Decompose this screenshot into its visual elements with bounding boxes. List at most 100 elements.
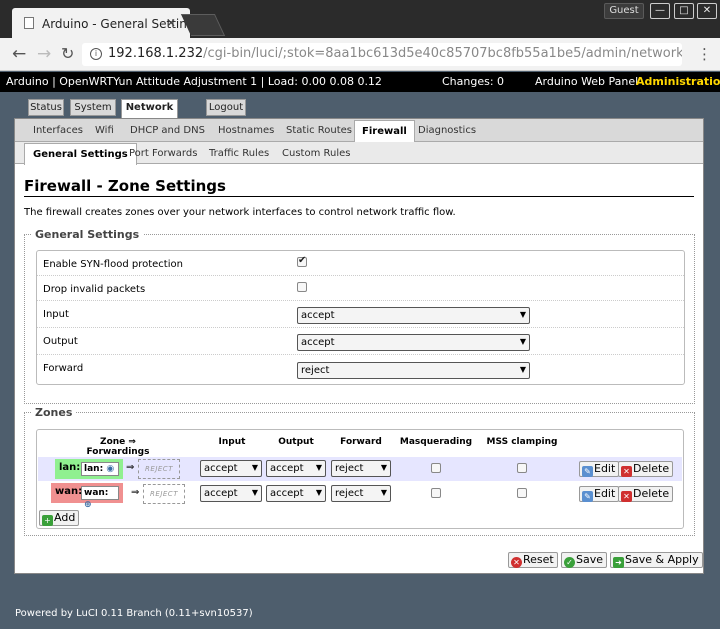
tab-system[interactable]: System [70, 99, 116, 116]
zone-row-lan: lan: lan: ◉ ⇒ REJECT accept ▼ accept ▼ rej… [38, 457, 682, 481]
delete-button[interactable]: ✕ Delete [618, 461, 674, 477]
zone-network-label: wan: [84, 488, 109, 498]
masquerading-checkbox[interactable] [431, 463, 441, 473]
close-icon[interactable]: ✕ [166, 16, 176, 30]
save-apply-button[interactable]: ➜ Save & Apply [610, 552, 703, 568]
add-label: Add [54, 511, 76, 524]
zone-row-wan: wan: wan: ⊕ ⇒ REJECT accept ▼ accept ▼ rej… [38, 482, 682, 510]
chevron-down-icon: ▼ [315, 463, 322, 472]
minimize-icon[interactable]: — [650, 3, 670, 19]
col-zone-forwardings: Zone ⇒ Forwardings [86, 437, 150, 457]
reset-button[interactable]: ✕ Reset [508, 552, 558, 568]
changes-link[interactable]: Changes: 0 [442, 72, 504, 92]
syn-flood-checkbox[interactable] [297, 255, 307, 267]
edit-button[interactable]: ✎ Edit [579, 486, 620, 502]
forward-select[interactable]: reject ▼ [297, 362, 530, 379]
zone-name: lan: [59, 462, 81, 473]
delete-button[interactable]: ✕ Delete [618, 486, 674, 502]
url-path: /cgi-bin/luci/;stok=8aa1bc613d5e40c85707… [203, 46, 682, 61]
output-select[interactable]: accept ▼ [297, 334, 530, 351]
zone-forward-target: REJECT [143, 484, 185, 504]
syn-flood-label: Enable SYN-flood protection [43, 259, 183, 270]
edit-icon: ✎ [582, 491, 593, 502]
save-button[interactable]: ✓ Save [561, 552, 608, 568]
tab-traffic-rules[interactable]: Traffic Rules [209, 148, 269, 159]
zones-legend: Zones [35, 406, 73, 419]
tab-firewall[interactable]: Firewall [354, 120, 415, 143]
mss-clamping-checkbox[interactable] [517, 488, 527, 498]
edit-label: Edit [594, 487, 616, 500]
maximize-icon[interactable]: □ [674, 3, 694, 19]
delete-icon: ✕ [621, 491, 632, 502]
back-arrow-icon[interactable]: ← [12, 44, 26, 64]
info-icon[interactable]: i [90, 48, 102, 60]
zone-output-select[interactable]: accept ▼ [266, 485, 326, 502]
delete-label: Delete [633, 487, 670, 500]
chevron-down-icon: ▼ [519, 337, 526, 346]
luci-header: Arduino | OpenWRTYun Attitude Adjustment… [0, 72, 720, 92]
reload-icon[interactable]: ↻ [61, 44, 74, 64]
save-apply-label: Save & Apply [625, 553, 699, 566]
col-input: Input [218, 437, 246, 447]
forward-arrow: ⇒ [131, 487, 140, 498]
reset-label: Reset [523, 553, 554, 566]
browser-tab[interactable]: Arduino - General Settin ✕ [12, 8, 190, 38]
chevron-down-icon: ▼ [251, 488, 258, 497]
delete-label: Delete [633, 462, 670, 475]
web-panel-link[interactable]: Arduino Web Panel [535, 72, 638, 92]
window-close-icon[interactable]: ✕ [697, 3, 717, 19]
page-icon [24, 17, 34, 29]
chevron-down-icon: ▼ [519, 310, 526, 319]
drop-invalid-checkbox[interactable] [297, 282, 307, 292]
zone-forward-select[interactable]: reject ▼ [331, 460, 391, 477]
general-settings-legend: General Settings [35, 228, 140, 241]
page-description: The firewall creates zones over your net… [24, 207, 456, 218]
tab-port-forwards[interactable]: Port Forwards [129, 148, 197, 159]
tab-network[interactable]: Network [121, 99, 178, 119]
forward-arrow-icon[interactable]: → [37, 44, 51, 64]
chevron-down-icon: ▼ [519, 365, 526, 374]
zone-input-select[interactable]: accept ▼ [200, 485, 262, 502]
zone-input-value: accept [204, 463, 238, 474]
input-select-value: accept [301, 310, 335, 321]
tab-logout[interactable]: Logout [206, 99, 246, 116]
masquerading-checkbox[interactable] [431, 488, 441, 498]
input-label: Input [43, 309, 69, 320]
tab-diagnostics[interactable]: Diagnostics [418, 125, 476, 136]
delete-icon: ✕ [621, 466, 632, 477]
zone-output-value: accept [270, 463, 304, 474]
zone-network-lan: lan: ◉ [81, 462, 119, 476]
add-zone-button[interactable]: + Add [39, 510, 80, 526]
apply-icon: ➜ [613, 557, 624, 568]
zone-input-select[interactable]: accept ▼ [200, 460, 262, 477]
tab-interfaces[interactable]: Interfaces [33, 125, 83, 136]
tab-dhcp-dns[interactable]: DHCP and DNS [130, 125, 205, 136]
zone-output-select[interactable]: accept ▼ [266, 460, 326, 477]
menu-dots-icon[interactable]: ⋮ [697, 45, 712, 63]
globe-icon: ⊕ [84, 500, 92, 510]
zone-badge-wan: wan: wan: ⊕ [51, 483, 123, 510]
edit-button[interactable]: ✎ Edit [579, 461, 620, 477]
zone-forward-select[interactable]: reject ▼ [331, 485, 391, 502]
tab-static-routes[interactable]: Static Routes [286, 125, 352, 136]
tab-custom-rules[interactable]: Custom Rules [282, 148, 350, 159]
col-mss-clamping: MSS clamping [486, 437, 558, 447]
tab-hostnames[interactable]: Hostnames [218, 125, 274, 136]
zone-output-value: accept [270, 488, 304, 499]
administration-link[interactable]: Administration [636, 72, 720, 92]
zone-name: wan: [55, 486, 83, 497]
tab-general-settings[interactable]: General Settings [24, 143, 137, 165]
network-icon: ◉ [106, 464, 115, 474]
output-select-value: accept [301, 337, 335, 348]
footer-text: Powered by LuCI 0.11 Branch (0.11+svn105… [15, 608, 253, 619]
drop-invalid-label: Drop invalid packets [43, 284, 146, 295]
col-output: Output [278, 437, 314, 447]
tab-status[interactable]: Status [28, 99, 64, 116]
guest-profile-button[interactable]: Guest [604, 3, 644, 19]
input-select[interactable]: accept ▼ [297, 307, 530, 324]
tab-wifi[interactable]: Wifi [95, 125, 114, 136]
mss-clamping-checkbox[interactable] [517, 463, 527, 473]
output-label: Output [43, 336, 78, 347]
drop-invalid-row: Drop invalid packets [37, 276, 684, 301]
address-bar[interactable]: i 192.168.1.232/cgi-bin/luci/;stok=8aa1b… [82, 43, 682, 66]
